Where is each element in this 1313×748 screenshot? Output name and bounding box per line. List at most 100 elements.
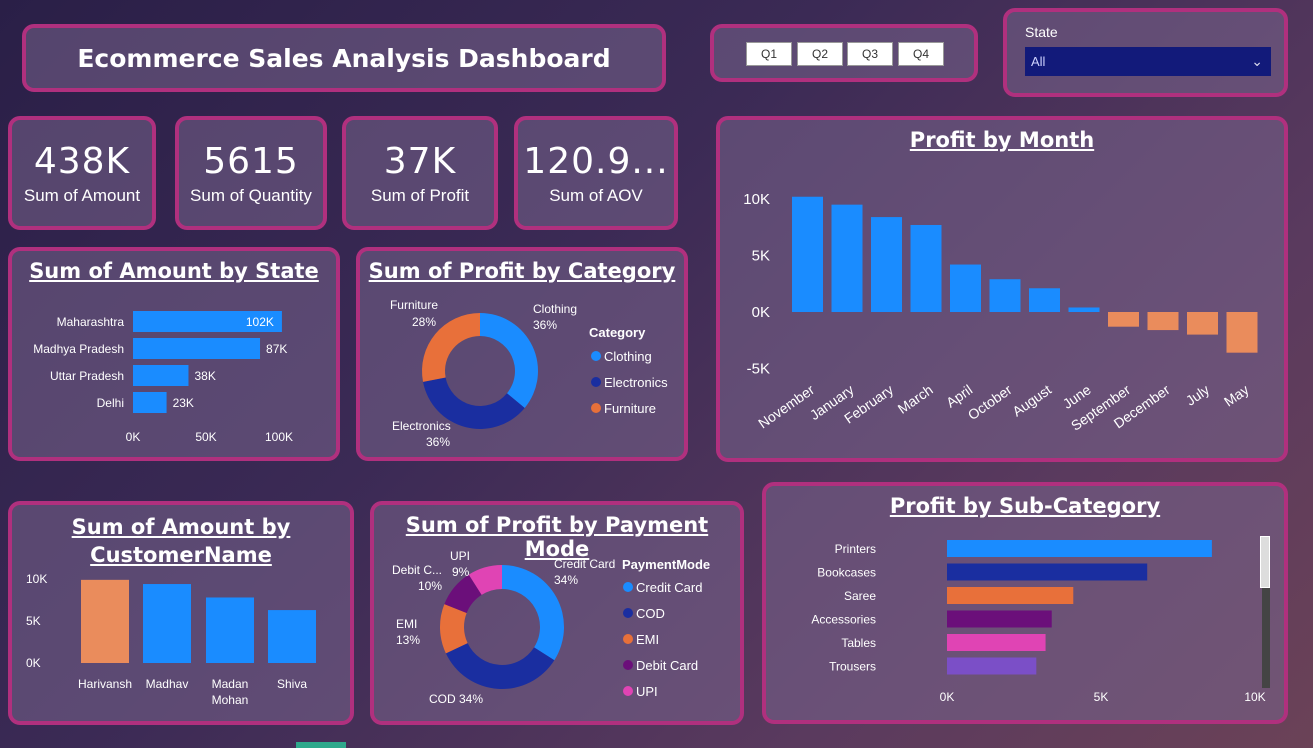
bar [143, 584, 191, 663]
category-label: Uttar Pradesh [50, 369, 124, 383]
quarter-q4-button[interactable]: Q4 [898, 42, 944, 66]
legend-label: Electronics [604, 375, 668, 390]
scrollbar-thumb[interactable] [1260, 536, 1270, 588]
legend-label: Furniture [604, 401, 656, 416]
state-dropdown[interactable]: All ⌄ [1025, 47, 1271, 76]
legend-marker [623, 660, 633, 670]
tick-label: 10K [1244, 690, 1265, 704]
slice-label: Electronics [392, 419, 451, 433]
tick-label: 0K [752, 304, 770, 321]
bar [947, 657, 1037, 675]
kpi-card-profit: 37K Sum of Profit [342, 116, 498, 230]
bar [133, 392, 167, 413]
page-title: Ecommerce Sales Analysis Dashboard [77, 43, 611, 73]
slice-percent: 34% [554, 573, 578, 587]
category-label: July [1183, 381, 1213, 408]
pie-slice [445, 643, 555, 689]
bar [81, 579, 129, 663]
bar [133, 338, 261, 359]
bar [1068, 307, 1100, 312]
amount-by-state-card: Sum of Amount by State Maharashtra 102K Ma… [8, 247, 340, 461]
bar [1029, 288, 1060, 312]
kpi-value: 37K [383, 140, 457, 182]
slice-percent: 13% [396, 633, 420, 647]
amount-by-customer-chart: 10K 5K 0K Harivansh Madhav Madan Mohan Shiva [26, 572, 316, 707]
bar [950, 264, 981, 312]
legend-marker [623, 686, 633, 696]
tick-label: 0K [940, 690, 955, 704]
bar [947, 587, 1074, 604]
legend-label: UPI [636, 684, 658, 699]
bar [1108, 312, 1139, 327]
category-label: Printers [835, 542, 876, 556]
profit-by-subcategory-card: Profit by Sub-Category Printers Bookcases… [762, 482, 1288, 724]
legend-label: Debit Card [636, 658, 698, 673]
bar [1226, 312, 1258, 353]
data-label: 23K [173, 396, 194, 410]
profit-by-category-card: Sum of Profit by Category Clothing 36% Ele… [356, 247, 688, 461]
category-label: November [755, 381, 817, 431]
slice-percent: 10% [418, 579, 442, 593]
profit-by-subcategory-chart: Printers Bookcases Saree Accessories Tables T… [811, 540, 1266, 704]
legend-marker [623, 608, 633, 618]
kpi-label: Sum of Amount [23, 185, 141, 205]
legend-marker [591, 403, 601, 413]
profit-by-month-card: Profit by Month 10K 5K 0K -5K November Januar… [716, 116, 1288, 462]
category-label: May [1221, 381, 1252, 409]
profit-by-category-chart: Clothing 36% Electronics 36% Furniture 28% Cat… [390, 298, 668, 449]
kpi-card-amount: 438K Sum of Amount [8, 116, 156, 230]
chevron-down-icon: ⌄ [1251, 53, 1263, 69]
kpi-label: Sum of Quantity [190, 185, 312, 205]
state-filter-card: State All ⌄ [1003, 8, 1288, 97]
kpi-label: Sum of Profit [370, 185, 470, 205]
tick-label: 0K [126, 430, 141, 444]
tick-label: -5K [747, 361, 770, 378]
quarter-q1-button[interactable]: Q1 [746, 42, 792, 66]
slice-label: COD 34% [429, 692, 483, 706]
category-label: Saree [844, 589, 876, 603]
bar [947, 634, 1046, 651]
data-label: 87K [266, 342, 287, 356]
quarter-q3-button[interactable]: Q3 [847, 42, 893, 66]
kpi-label: Sum of AOV [549, 185, 643, 205]
data-label: 38K [194, 369, 215, 383]
category-label: August [1009, 381, 1054, 419]
category-label: Shiva [277, 677, 307, 691]
tick-label: 0K [26, 656, 41, 670]
legend-marker [623, 634, 633, 644]
page-tab-indicator[interactable] [296, 742, 346, 748]
slice-label: Debit C... [392, 563, 442, 577]
bar [1187, 312, 1218, 335]
category-label: Harivansh [78, 677, 132, 691]
slice-label: Furniture [390, 298, 438, 312]
slice-label: EMI [396, 617, 417, 631]
slice-percent: 28% [412, 315, 436, 329]
category-label: Mohan [212, 693, 249, 707]
legend-label: EMI [636, 632, 659, 647]
kpi-card-quantity: 5615 Sum of Quantity [175, 116, 327, 230]
legend-marker [591, 377, 601, 387]
kpi-value: 438K [33, 140, 131, 182]
kpi-value: 120.9... [523, 140, 669, 182]
bar [947, 610, 1052, 628]
bar [792, 196, 823, 312]
bar [268, 610, 316, 663]
tick-label: 10K [743, 191, 770, 208]
slice-percent: 36% [426, 435, 450, 449]
category-label: Madhya Pradesh [33, 342, 124, 356]
legend-marker [591, 351, 601, 361]
category-label: Tables [841, 636, 876, 650]
bar [871, 217, 902, 312]
state-filter-label: State [1025, 24, 1058, 40]
legend-marker [623, 582, 633, 592]
category-label: Bookcases [817, 566, 876, 580]
bar [831, 204, 863, 312]
bar [989, 279, 1021, 312]
category-label: Accessories [811, 613, 876, 627]
quarter-q2-button[interactable]: Q2 [797, 42, 843, 66]
scrollbar[interactable] [1260, 536, 1270, 688]
bar [947, 563, 1148, 581]
bar [1147, 312, 1179, 331]
legend-title: PaymentMode [622, 557, 710, 572]
pie-slice [480, 313, 538, 408]
